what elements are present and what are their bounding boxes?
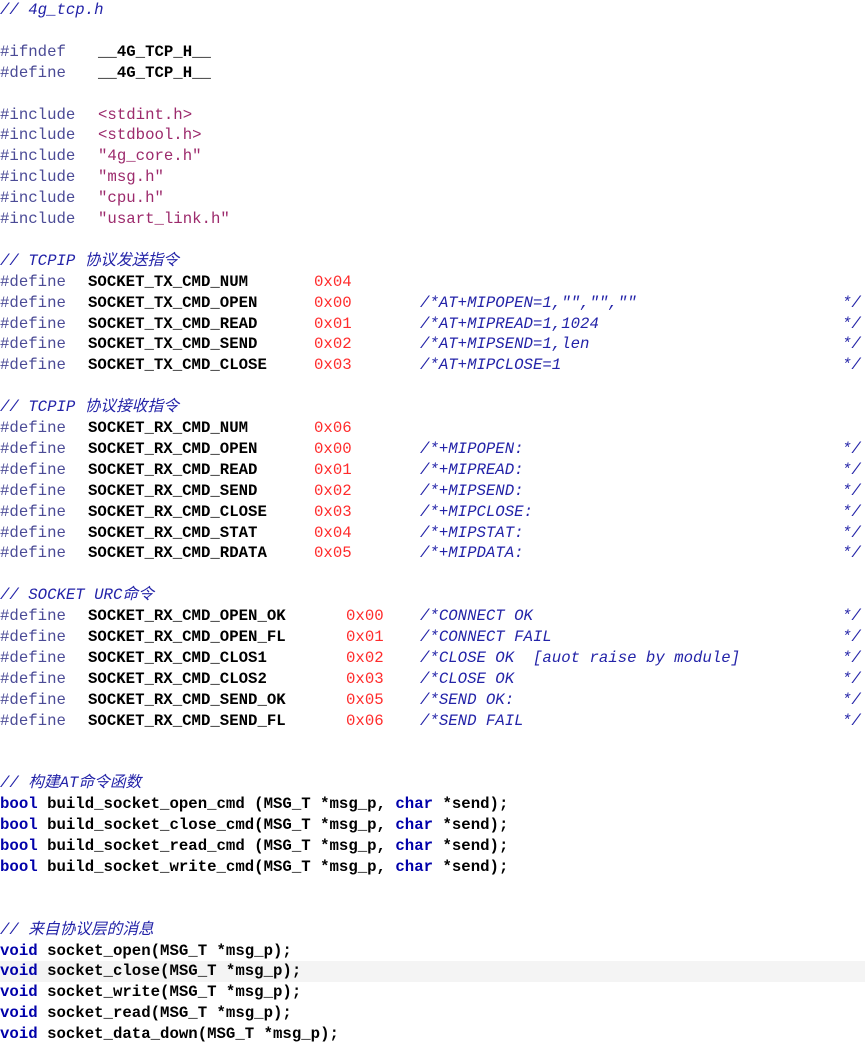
code-line[interactable]: #define SOCKET_TX_CMD_SEND 0x02/*AT+MIPSEN… — [0, 334, 865, 355]
code-line[interactable]: // TCPIP 协议接收指令 — [0, 397, 865, 418]
code-line[interactable] — [0, 752, 865, 773]
code-line[interactable]: // 来自协议层的消息 — [0, 920, 865, 941]
code-line[interactable]: // 4g_tcp.h — [0, 0, 865, 21]
code-line[interactable]: void socket_open(MSG_T *msg_p); — [0, 941, 865, 962]
code-line[interactable]: // SOCKET URC命令 — [0, 585, 865, 606]
code-line[interactable]: #define SOCKET_RX_CMD_OPEN 0x00/*+MIPOPEN:… — [0, 439, 865, 460]
code-line[interactable]: #include "4g_core.h" — [0, 146, 865, 167]
code-line[interactable]: #define SOCKET_RX_CMD_SEND_FL 0x06/*SEND F… — [0, 711, 865, 732]
code-line[interactable]: bool build_socket_open_cmd (MSG_T *msg_p… — [0, 794, 865, 815]
code-line[interactable]: bool build_socket_read_cmd (MSG_T *msg_p… — [0, 836, 865, 857]
code-line[interactable] — [0, 564, 865, 585]
code-line[interactable] — [0, 84, 865, 105]
code-line[interactable]: #define SOCKET_RX_CMD_SEND 0x02/*+MIPSEND:… — [0, 481, 865, 502]
code-line[interactable]: #define SOCKET_RX_CMD_OPEN_FL 0x01/*CONNEC… — [0, 627, 865, 648]
code-line[interactable]: void socket_write(MSG_T *msg_p); — [0, 982, 865, 1003]
code-line[interactable] — [0, 230, 865, 251]
code-line[interactable]: #define SOCKET_TX_CMD_NUM 0x04 — [0, 272, 865, 293]
code-line[interactable]: #define SOCKET_TX_CMD_READ 0x01/*AT+MIPREA… — [0, 314, 865, 335]
code-line[interactable]: #include "usart_link.h" — [0, 209, 865, 230]
code-line[interactable]: bool build_socket_write_cmd(MSG_T *msg_p… — [0, 857, 865, 878]
code-line[interactable]: bool build_socket_close_cmd(MSG_T *msg_p… — [0, 815, 865, 836]
code-line[interactable]: #include "cpu.h" — [0, 188, 865, 209]
code-line[interactable] — [0, 878, 865, 899]
code-line[interactable]: void socket_close(MSG_T *msg_p); — [0, 961, 865, 983]
code-line[interactable]: #define SOCKET_RX_CMD_RDATA 0x05/*+MIPDATA… — [0, 543, 865, 564]
code-line[interactable]: #define SOCKET_TX_CMD_CLOSE 0x03/*AT+MIPCL… — [0, 355, 865, 376]
code-line[interactable]: #define SOCKET_RX_CMD_READ 0x01/*+MIPREAD:… — [0, 460, 865, 481]
code-line[interactable]: #define SOCKET_RX_CMD_STAT 0x04/*+MIPSTAT:… — [0, 523, 865, 544]
code-line[interactable]: #define SOCKET_RX_CMD_OPEN_OK 0x00/*CONNEC… — [0, 606, 865, 627]
code-line[interactable] — [0, 376, 865, 397]
code-line[interactable]: #ifndef __4G_TCP_H__ — [0, 42, 865, 63]
code-line[interactable]: void socket_data_down(MSG_T *msg_p); — [0, 1024, 865, 1045]
code-line[interactable]: void socket_read(MSG_T *msg_p); — [0, 1003, 865, 1024]
code-line[interactable]: #define SOCKET_RX_CMD_SEND_OK 0x05/*SEND O… — [0, 690, 865, 711]
code-line[interactable] — [0, 899, 865, 920]
code-line[interactable]: #define __4G_TCP_H__ — [0, 63, 865, 84]
code-line[interactable]: // 构建AT命令函数 — [0, 773, 865, 794]
code-line[interactable]: // TCPIP 协议发送指令 — [0, 251, 865, 272]
code-line[interactable]: #define SOCKET_RX_CMD_CLOSE 0x03/*+MIPCLOS… — [0, 502, 865, 523]
code-line[interactable]: #include <stdbool.h> — [0, 125, 865, 146]
code-line[interactable]: #define SOCKET_RX_CMD_CLOS2 0x03/*CLOSE OK… — [0, 669, 865, 690]
code-editor[interactable]: // 4g_tcp.h #ifndef __4G_TCP_H__ #define __4… — [0, 0, 865, 1047]
code-line[interactable]: #define SOCKET_RX_CMD_CLOS1 0x02/*CLOSE OK… — [0, 648, 865, 669]
code-line[interactable] — [0, 732, 865, 753]
code-line[interactable]: #define SOCKET_RX_CMD_NUM 0x06 — [0, 418, 865, 439]
code-line[interactable]: #include <stdint.h> — [0, 105, 865, 126]
code-line[interactable]: #define SOCKET_TX_CMD_OPEN 0x00/*AT+MIPOPE… — [0, 293, 865, 314]
code-line[interactable]: #include "msg.h" — [0, 167, 865, 188]
code-line[interactable] — [0, 21, 865, 42]
